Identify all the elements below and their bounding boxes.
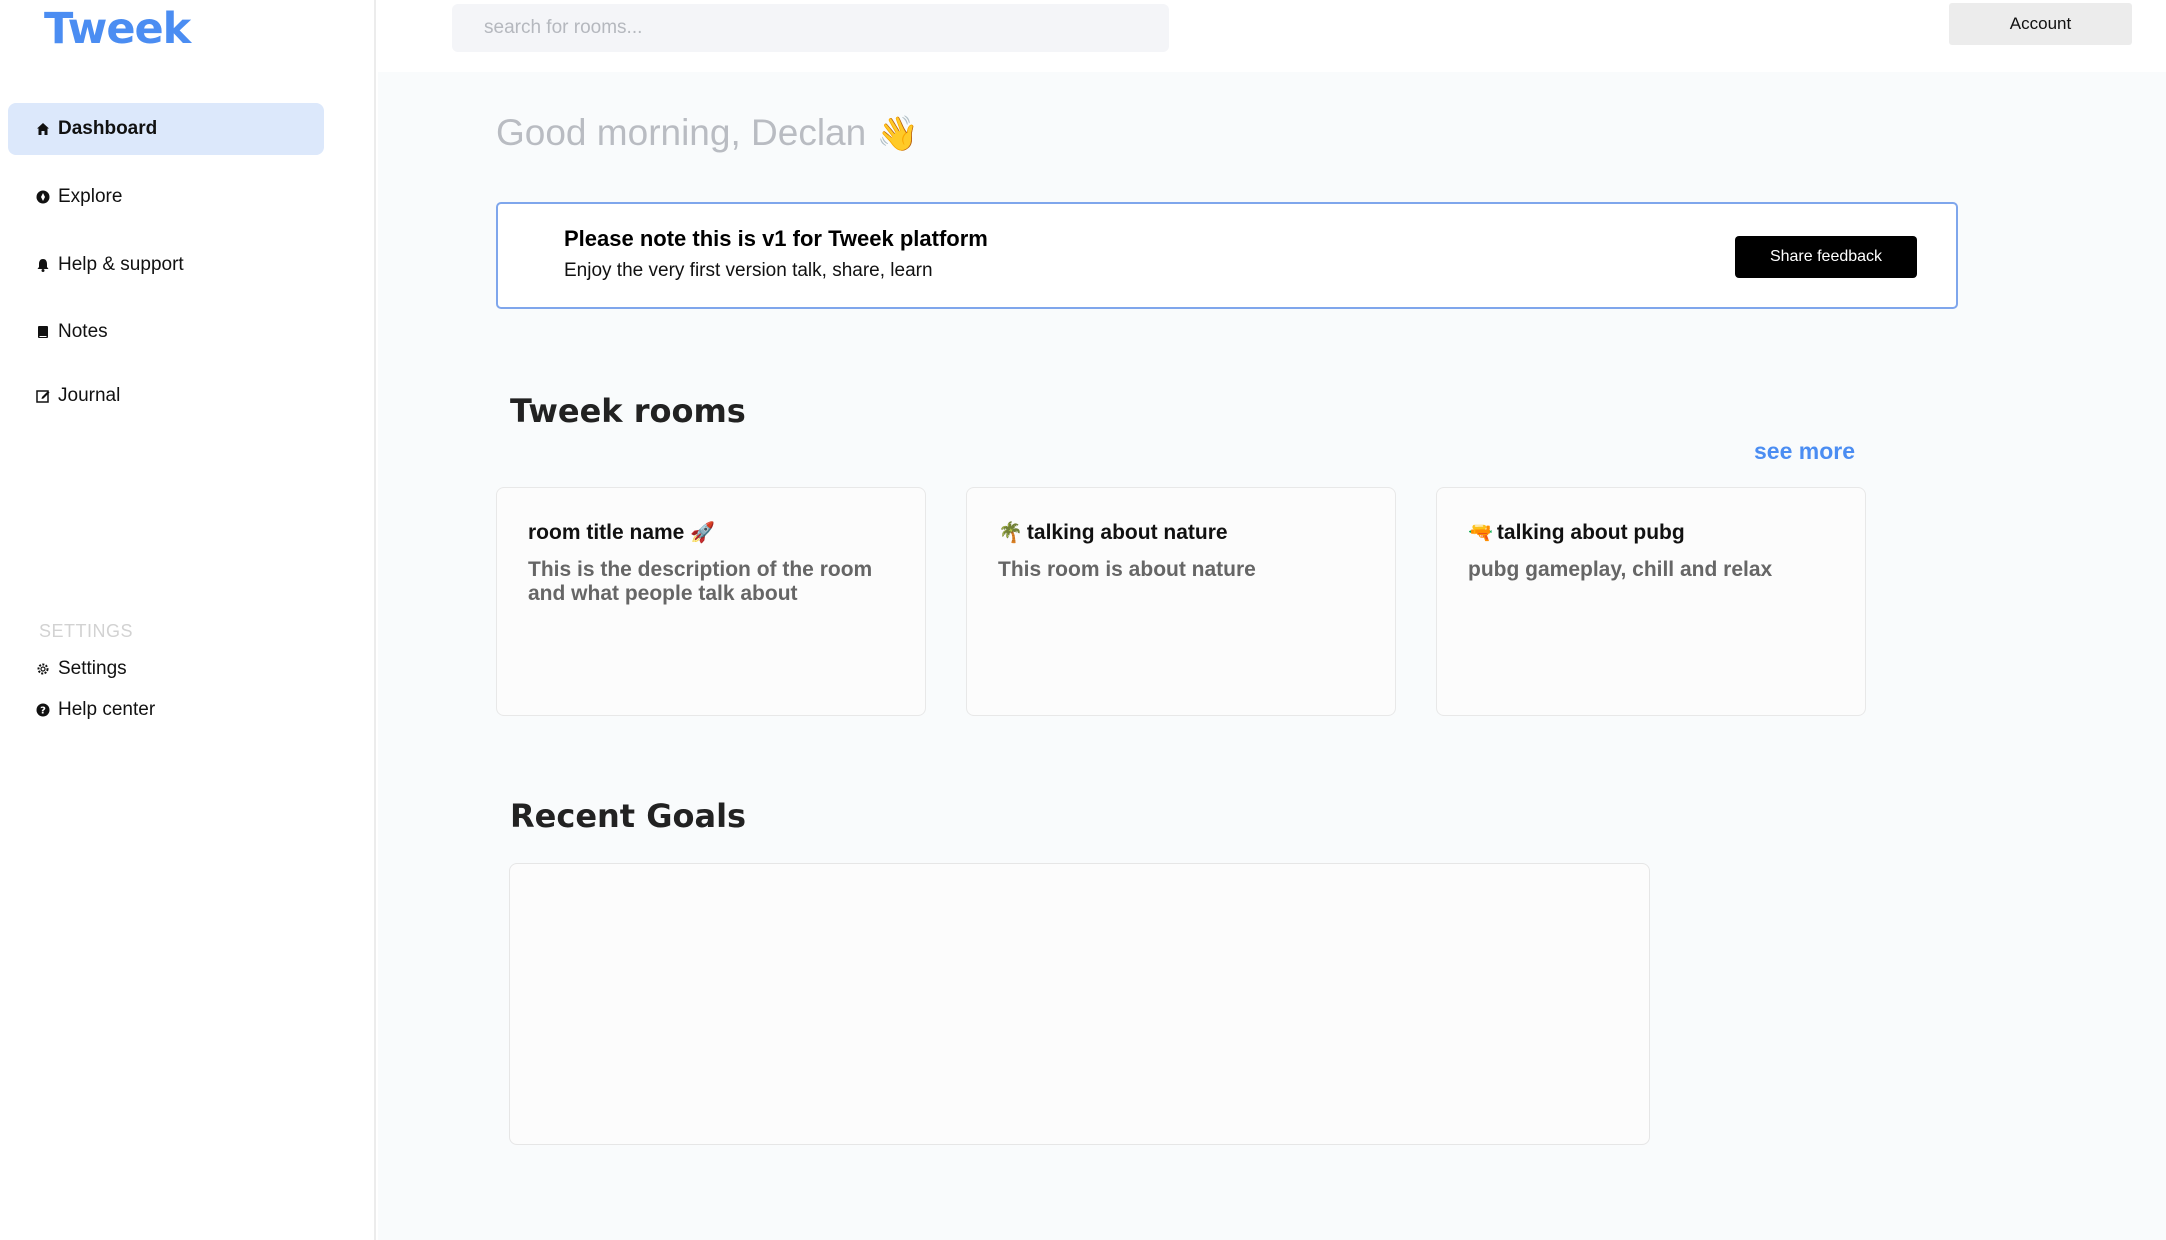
bell-icon xyxy=(36,258,56,272)
wave-icon: 👋 xyxy=(876,115,919,153)
room-title: room title name 🚀 xyxy=(528,520,715,545)
search-input[interactable] xyxy=(452,4,1169,52)
sidebar-item-label: Explore xyxy=(58,186,123,207)
sidebar-item-label: Journal xyxy=(58,385,121,406)
announcement-banner: Please note this is v1 for Tweek platfor… xyxy=(496,202,1958,309)
room-title: 🌴 talking about nature xyxy=(998,520,1228,545)
app-logo[interactable]: Tweek xyxy=(44,4,191,54)
room-description: This room is about nature xyxy=(998,558,1256,581)
goals-section-title: Recent Goals xyxy=(510,797,747,835)
question-icon: ? xyxy=(36,703,56,717)
rooms-section-title: Tweek rooms xyxy=(510,392,746,430)
svg-text:?: ? xyxy=(40,706,46,717)
account-button[interactable]: Account xyxy=(1949,3,2132,45)
sidebar-item-label: Help center xyxy=(58,699,156,720)
room-title-text: talking about pubg xyxy=(1496,520,1685,544)
settings-heading: SETTINGS xyxy=(39,621,134,641)
compass-icon xyxy=(36,190,56,204)
sidebar-item-dashboard[interactable]: Dashboard xyxy=(8,103,324,155)
sidebar-item-explore[interactable]: Explore xyxy=(8,171,324,223)
sidebar-item-help-center[interactable]: ? Help center xyxy=(36,699,155,721)
sidebar-item-help-support[interactable]: Help & support xyxy=(8,239,324,291)
edit-icon xyxy=(36,389,56,403)
greeting: Good morning, Declan 👋 xyxy=(496,112,919,154)
sidebar-item-journal[interactable]: Journal xyxy=(8,370,324,422)
room-title-text: room title name xyxy=(528,520,685,544)
sidebar-item-label: Notes xyxy=(58,321,108,342)
room-card[interactable]: 🌴 talking about nature This room is abou… xyxy=(966,487,1396,716)
sidebar-item-notes[interactable]: Notes xyxy=(8,306,324,358)
sidebar-item-settings[interactable]: Settings xyxy=(36,658,127,680)
room-card[interactable]: 🔫 talking about pubg pubg gameplay, chil… xyxy=(1436,487,1866,716)
see-more-link[interactable]: see more xyxy=(1754,438,1855,465)
room-card[interactable]: room title name 🚀 This is the descriptio… xyxy=(496,487,926,716)
greeting-text: Good morning, Declan xyxy=(496,112,867,153)
home-icon xyxy=(36,122,56,136)
room-title: 🔫 talking about pubg xyxy=(1468,520,1685,545)
room-title-text: talking about nature xyxy=(1026,520,1228,544)
rocket-icon: 🚀 xyxy=(690,522,716,544)
sidebar-item-label: Help & support xyxy=(58,254,184,275)
sidebar-item-label: Settings xyxy=(58,658,127,679)
palm-tree-icon: 🌴 xyxy=(998,522,1023,544)
notebook-icon xyxy=(36,325,56,339)
room-description: This is the description of the room and … xyxy=(528,558,873,605)
banner-title: Please note this is v1 for Tweek platfor… xyxy=(564,226,988,251)
sidebar: Tweek Dashboard Explore Help & support N… xyxy=(0,0,376,1240)
gear-icon xyxy=(36,662,56,676)
water-gun-icon: 🔫 xyxy=(1468,522,1493,544)
room-description: pubg gameplay, chill and relax xyxy=(1468,558,1773,581)
banner-subtitle: Enjoy the very first version talk, share… xyxy=(564,260,933,281)
share-feedback-button[interactable]: Share feedback xyxy=(1735,236,1917,278)
sidebar-item-label: Dashboard xyxy=(58,118,158,139)
recent-goals-panel xyxy=(509,863,1650,1145)
